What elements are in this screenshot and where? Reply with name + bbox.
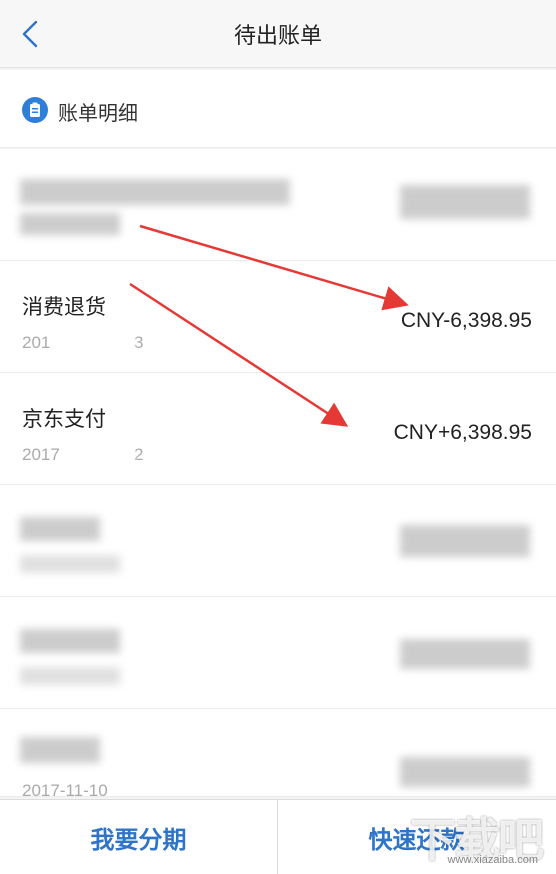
transaction-row[interactable]: 京东支付 2017 2 CNY+6,398.95 [0,373,556,485]
section-title: 账单明细 [58,101,138,125]
transaction-title: 京东支付 [22,407,106,431]
transaction-title: 消费退货 [22,295,106,319]
bill-detail-header: 账单明细 [0,70,556,148]
redacted-date [20,555,120,573]
transaction-list: 消费退货 201 3 CNY-6,398.95 京东支付 2017 2 CNY+… [0,149,556,800]
redacted-amount [400,757,530,787]
transaction-date: 201 [22,333,51,352]
transaction-amount: CNY-6,398.95 [400,309,532,332]
transaction-row[interactable] [0,597,556,709]
redacted-amount [400,525,530,557]
transaction-row[interactable]: 2017-11-10 [0,709,556,800]
redacted-amount [400,639,530,669]
transaction-row[interactable]: 消费退货 201 3 CNY-6,398.95 [0,261,556,373]
transaction-date-tail: 2 [134,445,144,464]
redacted-amount [400,185,530,219]
nav-header: 待出账单 [0,0,556,68]
transaction-amount: CNY+6,398.95 [393,421,532,444]
redacted-title [20,737,100,763]
transaction-date: 2017 [22,445,60,464]
transaction-row[interactable] [0,485,556,597]
transaction-date: 2017-11-10 [22,781,108,800]
bottom-action-bar: 我要分期 快速还款 [0,799,556,874]
transaction-date-tail: 3 [134,333,144,352]
quick-repay-button[interactable]: 快速还款 [278,800,555,874]
transaction-row[interactable] [0,149,556,261]
page-title: 待出账单 [233,24,322,49]
redacted-date [70,435,134,475]
redacted-date [20,667,120,685]
redacted-title [20,517,100,541]
installment-button[interactable]: 我要分期 [0,800,277,874]
clipboard-icon [22,97,48,123]
redacted-title [20,179,290,205]
redacted-date [20,213,120,235]
redacted-date [68,323,134,363]
redacted-title [20,629,120,653]
